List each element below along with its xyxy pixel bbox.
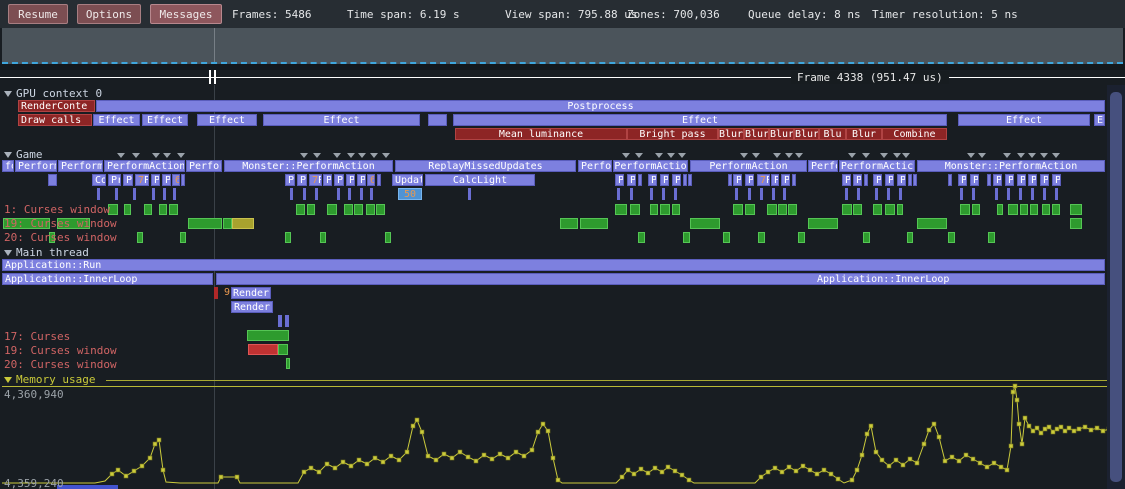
scrollbar-thumb[interactable]: [1110, 92, 1122, 482]
memory-max-value: 4,360,940: [4, 388, 64, 401]
main-thread-title: Main thread: [16, 246, 89, 259]
collapse-triangle-icon: [4, 152, 12, 158]
main-thread-header[interactable]: Main thread: [4, 246, 89, 259]
tracy-profiler-window: Resume Options Messages Frames: 5486 Tim…: [0, 0, 1125, 489]
memory-usage-title: Memory usage: [16, 373, 95, 386]
gpu-context-title: GPU context 0: [16, 87, 102, 100]
lock-label-19[interactable]: 19: Curses window: [4, 217, 117, 230]
collapse-triangle-icon: [4, 250, 12, 256]
memory-min-value: 4,359,240: [4, 477, 64, 489]
game-thread-title: Game: [16, 148, 43, 161]
collapse-triangle-icon: [4, 377, 12, 383]
memory-usage-plot[interactable]: [0, 0, 1125, 489]
main-lock-label-19[interactable]: 19: Curses window: [4, 344, 117, 357]
memory-usage-header[interactable]: Memory usage: [4, 373, 95, 386]
vertical-scrollbar[interactable]: [1107, 85, 1125, 489]
lock-label-20[interactable]: 20: Curses window: [4, 231, 117, 244]
game-thread-header[interactable]: Game: [4, 148, 43, 161]
gpu-context-header[interactable]: GPU context 0: [4, 87, 102, 100]
collapse-triangle-icon: [4, 91, 12, 97]
main-lock-label-20[interactable]: 20: Curses window: [4, 358, 117, 371]
lock-label-1[interactable]: 1: Curses window: [4, 203, 110, 216]
main-lock-label-17[interactable]: 17: Curses: [4, 330, 70, 343]
